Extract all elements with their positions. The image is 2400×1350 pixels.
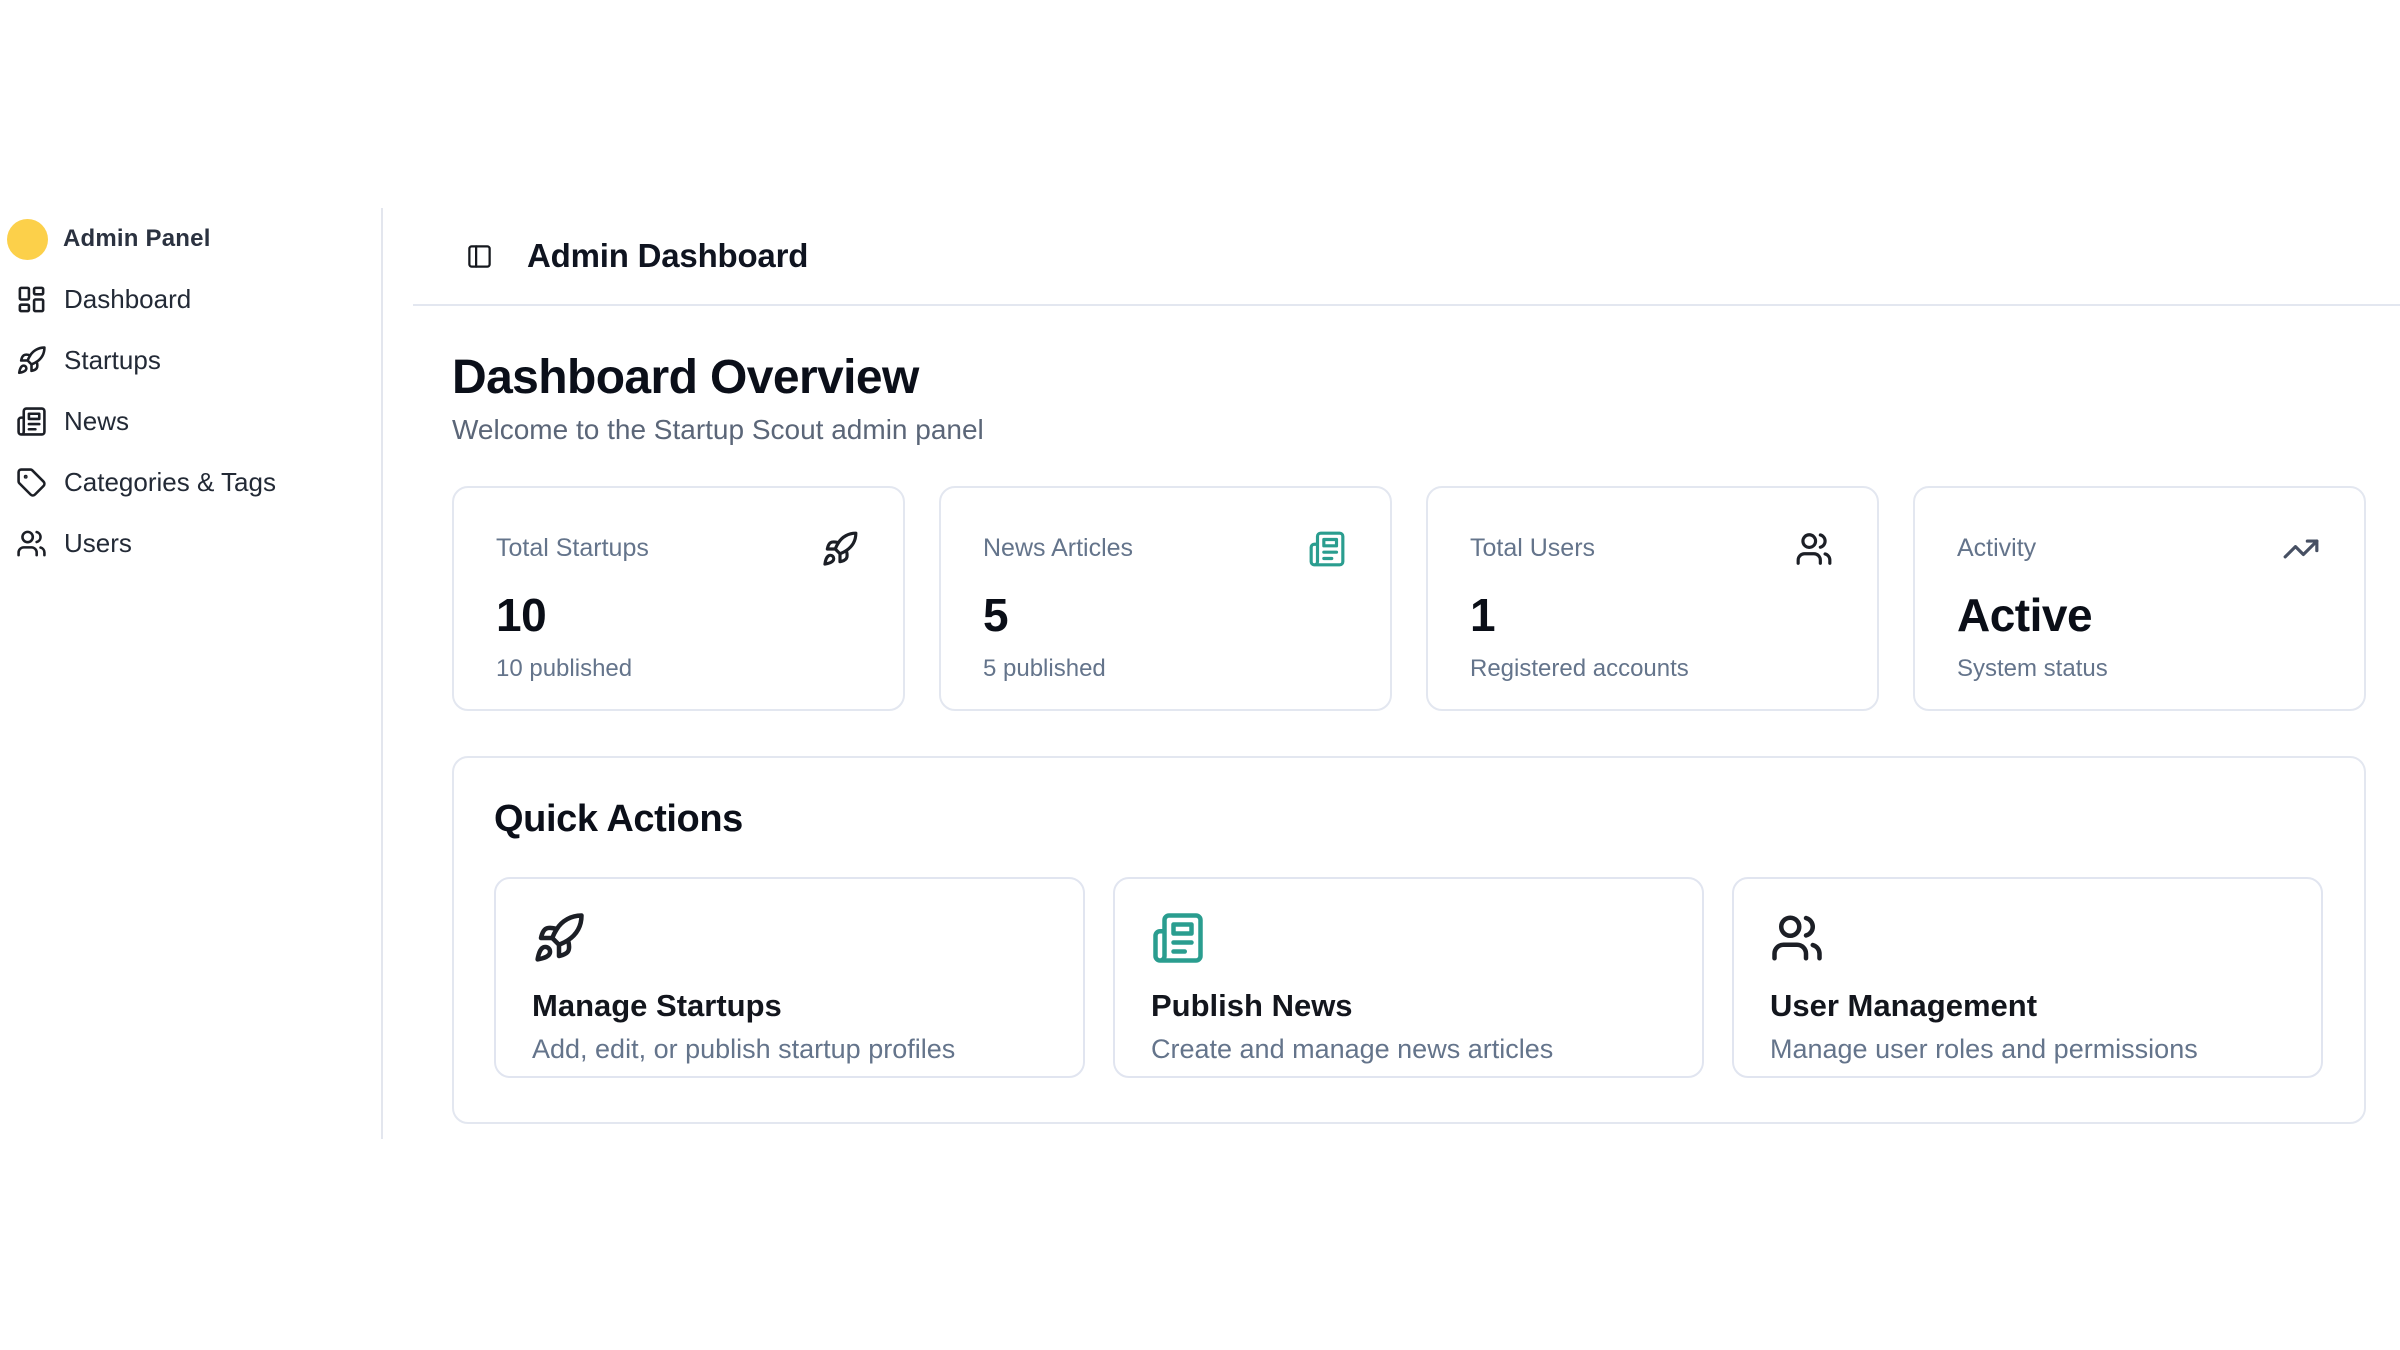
sidebar-item-label: Users	[64, 528, 132, 559]
quick-action-title: User Management	[1770, 988, 2285, 1024]
users-icon	[16, 528, 47, 559]
quick-action-description: Manage user roles and permissions	[1770, 1034, 2285, 1065]
stat-card-activity: Activity Active System status	[1913, 486, 2366, 711]
quick-actions-title: Quick Actions	[494, 798, 2323, 841]
rocket-icon	[16, 345, 47, 376]
newspaper-icon	[16, 406, 47, 437]
sidebar-item-news[interactable]: News	[7, 394, 371, 448]
dashboard-icon	[16, 284, 47, 315]
stat-subtext: 10 published	[496, 655, 859, 683]
brand-logo-circle	[7, 219, 48, 260]
tag-icon	[16, 467, 47, 498]
stats-row: Total Startups 10 10 published News Arti…	[452, 486, 2366, 711]
newspaper-icon	[1308, 530, 1346, 568]
quick-actions-grid: Manage Startups Add, edit, or publish st…	[494, 877, 2323, 1078]
stat-subtext: Registered accounts	[1470, 655, 1833, 683]
stat-subtext: System status	[1957, 655, 2320, 683]
brand[interactable]: Admin Panel	[7, 216, 371, 262]
main-content: Dashboard Overview Welcome to the Startu…	[383, 306, 2400, 1124]
quick-action-description: Create and manage news articles	[1151, 1034, 1666, 1065]
newspaper-icon	[1151, 911, 1205, 965]
sidebar-nav: Dashboard Startups News Categories & Tag…	[7, 272, 371, 570]
sidebar-item-label: Categories & Tags	[64, 467, 276, 498]
users-icon	[1770, 911, 1824, 965]
sidebar-item-label: Dashboard	[64, 284, 191, 315]
quick-action-user-management[interactable]: User Management Manage user roles and pe…	[1732, 877, 2323, 1078]
brand-name: Admin Panel	[63, 225, 211, 253]
stat-value: 5	[983, 588, 1346, 642]
stat-card-news-articles: News Articles 5 5 published	[939, 486, 1392, 711]
sidebar-toggle-button[interactable]	[466, 242, 494, 270]
sidebar-item-startups[interactable]: Startups	[7, 333, 371, 387]
sidebar-item-label: Startups	[64, 345, 161, 376]
stat-value: Active	[1957, 588, 2320, 642]
stat-label: News Articles	[983, 530, 1133, 563]
quick-action-title: Publish News	[1151, 988, 1666, 1024]
users-icon	[1795, 530, 1833, 568]
header-title: Admin Dashboard	[527, 237, 808, 275]
quick-action-manage-startups[interactable]: Manage Startups Add, edit, or publish st…	[494, 877, 1085, 1078]
sidebar-item-categories-tags[interactable]: Categories & Tags	[7, 455, 371, 509]
sidebar-item-label: News	[64, 406, 129, 437]
quick-action-description: Add, edit, or publish startup profiles	[532, 1034, 1047, 1065]
stat-value: 10	[496, 588, 859, 642]
trending-up-icon	[2282, 530, 2320, 568]
quick-action-publish-news[interactable]: Publish News Create and manage news arti…	[1113, 877, 1704, 1078]
main-column: Admin Dashboard Dashboard Overview Welco…	[383, 208, 2400, 1139]
page-title: Dashboard Overview	[452, 350, 2366, 405]
stat-label: Total Startups	[496, 530, 649, 563]
stat-value: 1	[1470, 588, 1833, 642]
stat-label: Activity	[1957, 530, 2036, 563]
rocket-icon	[821, 530, 859, 568]
page-subtitle: Welcome to the Startup Scout admin panel	[452, 414, 2366, 446]
rocket-icon	[532, 911, 586, 965]
header: Admin Dashboard	[413, 208, 2400, 306]
stat-label: Total Users	[1470, 530, 1595, 563]
quick-action-title: Manage Startups	[532, 988, 1047, 1024]
quick-actions-panel: Quick Actions Manage Startups Add, edit,…	[452, 756, 2366, 1124]
stat-subtext: 5 published	[983, 655, 1346, 683]
panel-left-icon	[466, 243, 493, 270]
stat-card-total-users: Total Users 1 Registered accounts	[1426, 486, 1879, 711]
stat-card-total-startups: Total Startups 10 10 published	[452, 486, 905, 711]
sidebar-item-dashboard[interactable]: Dashboard	[7, 272, 371, 326]
sidebar-item-users[interactable]: Users	[7, 516, 371, 570]
app-window: Admin Panel Dashboard Startups News Cate…	[0, 208, 2400, 1139]
sidebar: Admin Panel Dashboard Startups News Cate…	[0, 208, 383, 1139]
